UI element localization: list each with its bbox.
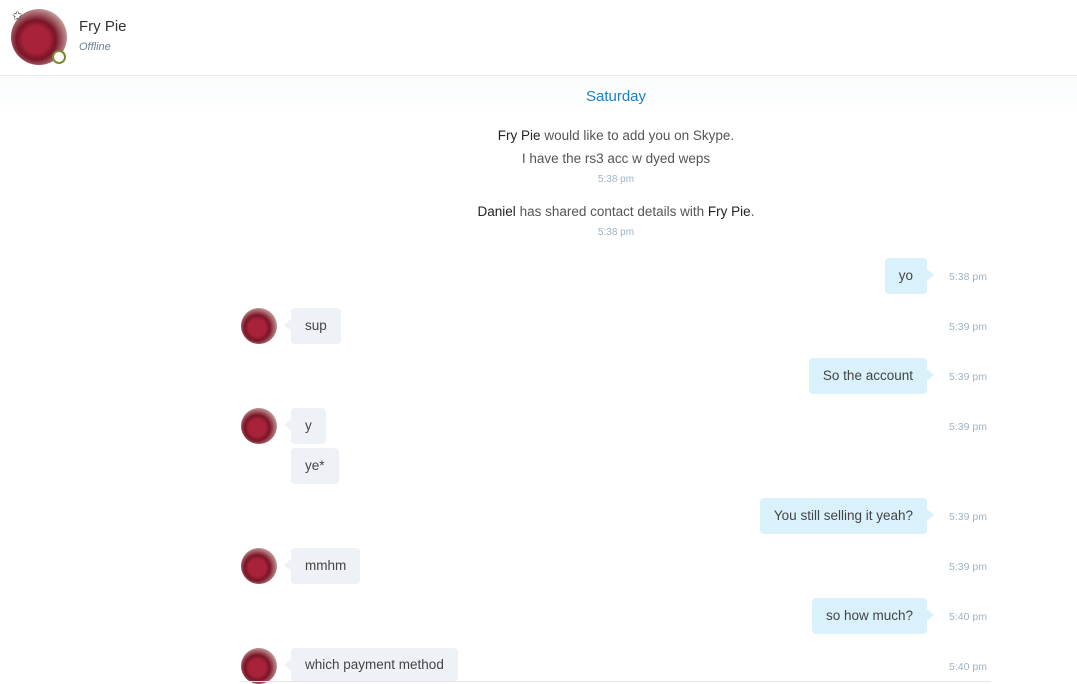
incoming-message[interactable]: sup — [284, 308, 341, 344]
system-message-text: would like to add you on Skype. — [540, 128, 735, 143]
message-timestamp: 5:39 pm — [949, 511, 987, 523]
sender-avatar[interactable] — [241, 408, 277, 444]
presence-indicator — [52, 50, 66, 64]
day-label: Saturday — [585, 88, 647, 105]
system-message-timestamp: 5:38 pm — [597, 174, 635, 185]
message-timestamp: 5:40 pm — [949, 661, 987, 673]
outgoing-message[interactable]: So the account — [808, 358, 935, 394]
incoming-message[interactable]: which payment method — [284, 648, 458, 682]
system-message-request-note: I have the rs3 acc w dyed weps — [521, 151, 711, 166]
system-message-contact-shared: Daniel has shared contact details with F… — [0, 204, 1077, 219]
sender-avatar[interactable] — [241, 308, 277, 344]
message-timestamp: 5:38 pm — [949, 271, 987, 283]
system-contact-name[interactable]: Fry Pie — [498, 128, 541, 143]
system-message-timestamp: 5:38 pm — [597, 227, 635, 238]
system-contact-name[interactable]: Fry Pie — [708, 204, 751, 219]
incoming-message[interactable]: y — [284, 408, 326, 444]
star-outline-icon[interactable]: ✩ — [12, 9, 23, 22]
outgoing-message[interactable]: so how much? — [811, 598, 935, 634]
message-timestamp: 5:39 pm — [949, 421, 987, 433]
conversation-header: ✩ Fry Pie Offline — [0, 0, 1077, 76]
sender-avatar[interactable] — [241, 548, 277, 584]
system-message-text: has shared contact details with — [515, 204, 708, 219]
system-message-end: . — [750, 204, 755, 219]
contact-name[interactable]: Fry Pie — [79, 18, 127, 35]
message-timestamp: 5:39 pm — [949, 321, 987, 333]
message-timestamp: 5:39 pm — [949, 561, 987, 573]
outgoing-message[interactable]: yo — [884, 258, 935, 294]
message-list-divider — [241, 681, 991, 682]
system-message-add-request: Fry Pie would like to add you on Skype. — [0, 128, 1077, 143]
incoming-message[interactable]: ye* — [291, 448, 339, 484]
message-timestamp: 5:40 pm — [949, 611, 987, 623]
incoming-message[interactable]: mmhm — [283, 548, 361, 584]
message-timestamp: 5:39 pm — [949, 371, 987, 383]
system-sender-name[interactable]: Daniel — [478, 204, 516, 219]
outgoing-message[interactable]: You still selling it yeah? — [759, 498, 935, 534]
contact-status: Offline — [79, 41, 111, 53]
sender-avatar[interactable] — [241, 648, 277, 684]
